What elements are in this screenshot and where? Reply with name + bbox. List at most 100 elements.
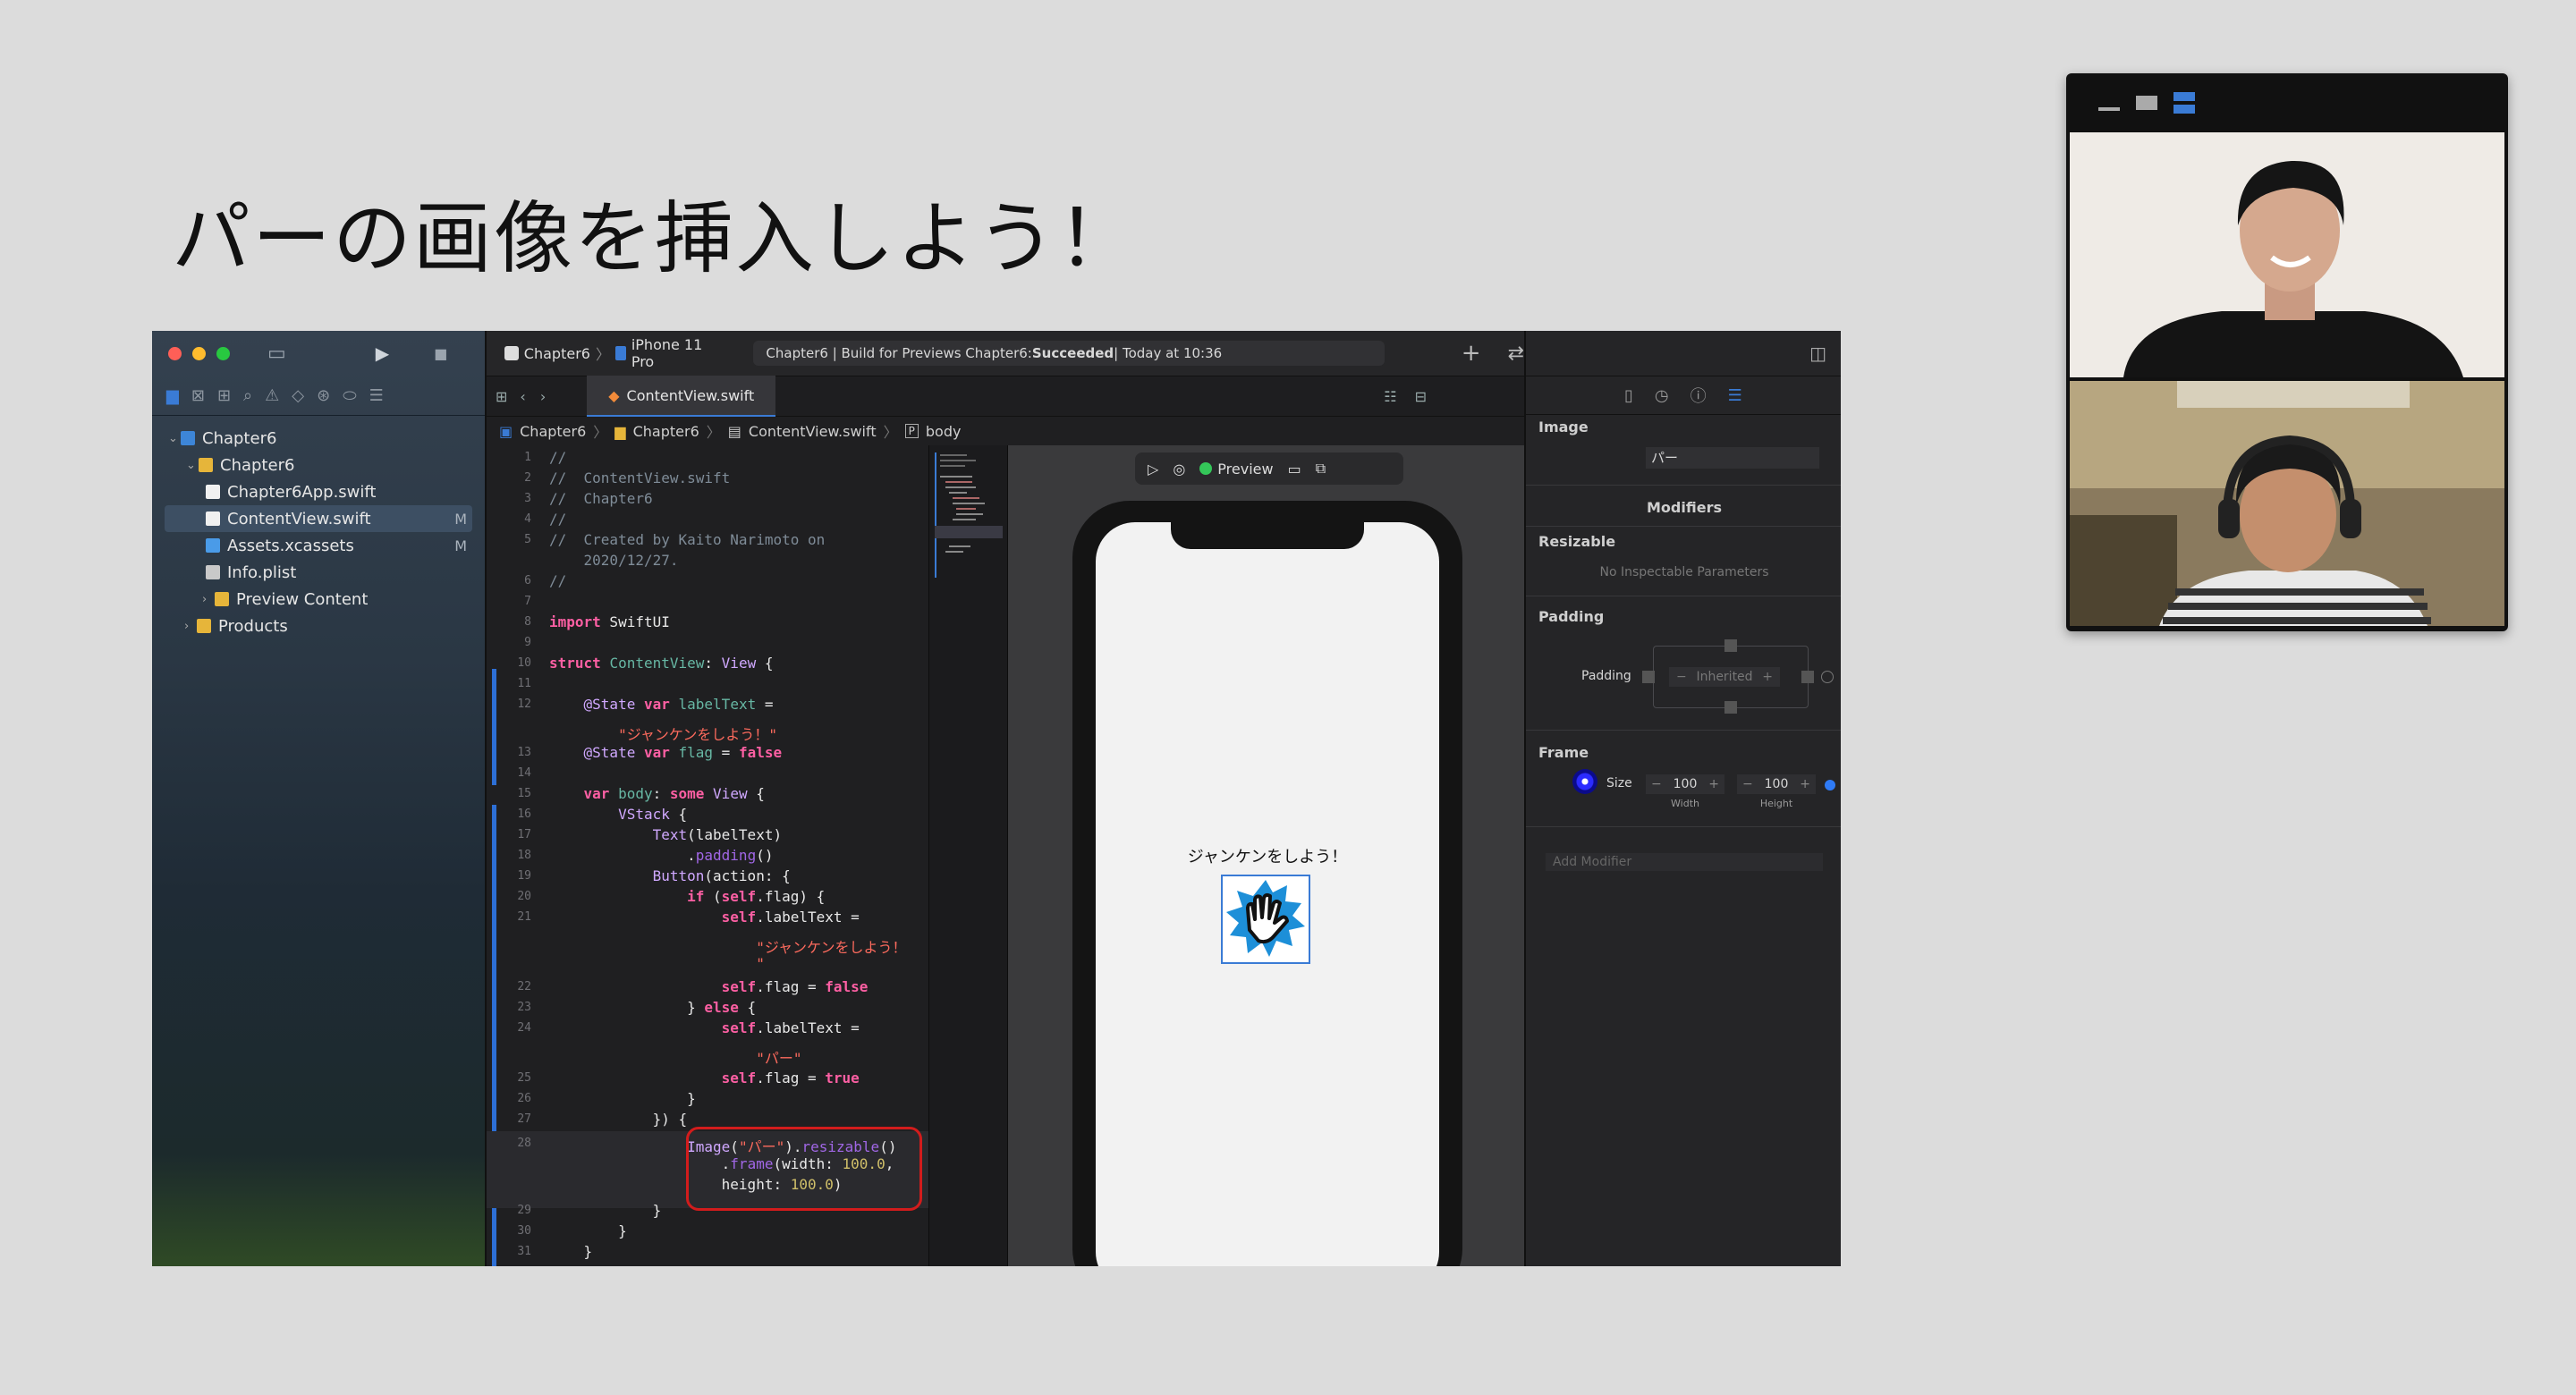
- plist-icon: [206, 565, 220, 579]
- debug-icon[interactable]: ⊛: [317, 386, 330, 405]
- tree-item-label: Chapter6: [220, 455, 295, 475]
- height-stepper[interactable]: − 100 +: [1737, 774, 1816, 794]
- right-panel-toggle-icon[interactable]: ◫: [1809, 342, 1826, 364]
- minus-icon[interactable]: −: [1742, 777, 1753, 791]
- help-icon[interactable]: ⓘ: [1690, 384, 1707, 407]
- tree-item-file[interactable]: Assets.xcassets M: [152, 532, 485, 559]
- history-icon[interactable]: ◷: [1655, 386, 1669, 405]
- breadcrumb-item[interactable]: body: [926, 423, 962, 440]
- tree-item-folder[interactable]: ⌄ Chapter6: [152, 452, 485, 478]
- preview-text: ジャンケンをしよう！: [1187, 848, 1348, 867]
- tree-item-folder[interactable]: › Products: [152, 613, 485, 639]
- chevron-right-icon: 〉: [706, 424, 721, 441]
- padding-top-checkbox[interactable]: [1724, 639, 1737, 652]
- attributes-icon[interactable]: ☰: [1728, 386, 1742, 405]
- single-view-icon[interactable]: [2136, 96, 2157, 110]
- person-image: [2070, 381, 2504, 626]
- issue-icon[interactable]: ⚠: [265, 386, 279, 405]
- breadcrumb-item[interactable]: Chapter6: [520, 423, 586, 440]
- folder-icon: ▆: [614, 422, 626, 440]
- plus-icon[interactable]: +: [1762, 670, 1773, 684]
- image-name-field[interactable]: パー: [1646, 447, 1819, 469]
- find-icon[interactable]: ⌕: [243, 386, 252, 405]
- frame-toggle-icon[interactable]: [1825, 780, 1835, 790]
- chevron-down-icon[interactable]: ⌄: [168, 432, 181, 445]
- test-icon[interactable]: ◇: [292, 386, 304, 405]
- add-icon[interactable]: +: [1462, 340, 1481, 367]
- image-section-title: Image: [1538, 418, 1589, 435]
- run-icon[interactable]: ▶: [376, 342, 389, 364]
- tree-item-label: Chapter6App.swift: [227, 482, 377, 502]
- plus-icon[interactable]: +: [1800, 777, 1810, 791]
- paper-hand-image[interactable]: [1221, 875, 1310, 964]
- breadcrumb-item[interactable]: ContentView.swift: [749, 423, 877, 440]
- breadcrumb-item[interactable]: Chapter6: [633, 423, 699, 440]
- padding-leading-checkbox[interactable]: [1642, 671, 1655, 683]
- toolbar: Chapter6 〉 iPhone 11 Pro Chapter6 | Buil…: [487, 331, 1524, 376]
- forward-icon[interactable]: ›: [540, 388, 546, 405]
- tree-item-project[interactable]: ⌄ Chapter6: [152, 425, 485, 452]
- minimize-window-button[interactable]: [192, 346, 206, 360]
- split-icon[interactable]: ⊟: [1415, 388, 1427, 405]
- inspector-toggle-icon[interactable]: ☷: [1384, 388, 1396, 405]
- add-modifier-field[interactable]: Add Modifier: [1546, 853, 1823, 871]
- chevron-right-icon: 〉: [883, 424, 898, 441]
- plus-icon[interactable]: +: [1708, 777, 1719, 791]
- zoom-window-button[interactable]: [216, 346, 230, 360]
- minimap[interactable]: [928, 445, 1008, 1266]
- width-label: Width: [1671, 798, 1699, 809]
- pin-icon[interactable]: ◎: [1173, 461, 1185, 478]
- breakpoint-icon[interactable]: ⬭: [343, 386, 356, 405]
- minimap-lines: [935, 452, 1003, 578]
- report-icon[interactable]: ☰: [369, 386, 384, 405]
- status-dot-icon: [1199, 462, 1213, 475]
- preview-controls: ▷ ◎ Preview ▭ ⧉: [1135, 452, 1403, 485]
- scheme-selector[interactable]: Chapter6 〉 iPhone 11 Pro: [504, 336, 728, 370]
- minimize-icon[interactable]: [2098, 107, 2120, 111]
- swap-icon[interactable]: ⇄: [1508, 342, 1524, 365]
- tree-item-file-selected[interactable]: ContentView.swift M: [165, 505, 472, 532]
- preview-label-group: Preview: [1199, 461, 1274, 478]
- minus-icon[interactable]: −: [1676, 670, 1687, 684]
- folder-icon[interactable]: ▆: [166, 386, 179, 405]
- source-control-icon[interactable]: ⊠: [191, 386, 205, 405]
- minus-icon[interactable]: −: [1651, 777, 1662, 791]
- tree-item-label: ContentView.swift: [227, 509, 371, 528]
- grid-icon[interactable]: ⊞: [496, 388, 507, 405]
- stop-icon[interactable]: ■: [434, 345, 447, 362]
- chevron-right-icon: 〉: [595, 346, 610, 363]
- participant-video-2: [2070, 381, 2504, 626]
- participant-video-1: [2070, 132, 2504, 377]
- code-editor[interactable]: 1// 2// ContentView.swift 3// Chapter6 4…: [487, 445, 928, 1266]
- tab-contentview[interactable]: ◆ ContentView.swift: [587, 376, 776, 417]
- swift-file-icon: ▤: [727, 422, 741, 440]
- breadcrumb: ▣ Chapter6 〉 ▆ Chapter6 〉 ▤ ContentView.…: [487, 417, 1524, 446]
- sidebar-toggle-icon[interactable]: ▭: [267, 342, 286, 365]
- padding-info-icon[interactable]: [1821, 671, 1834, 683]
- tree-item-file[interactable]: Chapter6App.swift: [152, 478, 485, 505]
- chevron-right-icon[interactable]: ›: [184, 620, 197, 633]
- tab-bar: ⊞ ‹ › ◆ ContentView.swift ☷ ⊟: [487, 376, 1524, 417]
- width-stepper[interactable]: − 100 +: [1646, 774, 1724, 794]
- width-value: 100: [1673, 777, 1698, 791]
- back-icon[interactable]: ‹: [520, 388, 525, 405]
- padding-bottom-checkbox[interactable]: [1724, 701, 1737, 714]
- live-preview-icon[interactable]: ▷: [1148, 461, 1158, 478]
- duplicate-icon[interactable]: ⧉: [1316, 460, 1326, 478]
- padding-trailing-checkbox[interactable]: [1801, 671, 1814, 683]
- stacked-view-icon[interactable]: [2174, 92, 2195, 114]
- tree-item-folder[interactable]: › Preview Content: [152, 586, 485, 613]
- navigator-tabs: ▆ ⊠ ⊞ ⌕ ⚠ ◇ ⊛ ⬭ ☰: [152, 376, 485, 416]
- device-preview-icon[interactable]: ▭: [1288, 461, 1301, 478]
- inspector-tabs: ▯ ◷ ⓘ ☰: [1526, 376, 1841, 415]
- modified-badge: M: [454, 537, 467, 554]
- chevron-right-icon[interactable]: ›: [202, 593, 215, 606]
- symbol-icon[interactable]: ⊞: [217, 386, 231, 405]
- file-inspector-icon[interactable]: ▯: [1624, 386, 1633, 405]
- height-value: 100: [1764, 777, 1789, 791]
- padding-stepper[interactable]: − Inherited +: [1669, 667, 1780, 687]
- close-window-button[interactable]: [168, 346, 182, 360]
- chevron-down-icon[interactable]: ⌄: [186, 459, 199, 472]
- tree-item-file[interactable]: Info.plist: [152, 559, 485, 586]
- swift-icon: ◆: [608, 386, 620, 404]
